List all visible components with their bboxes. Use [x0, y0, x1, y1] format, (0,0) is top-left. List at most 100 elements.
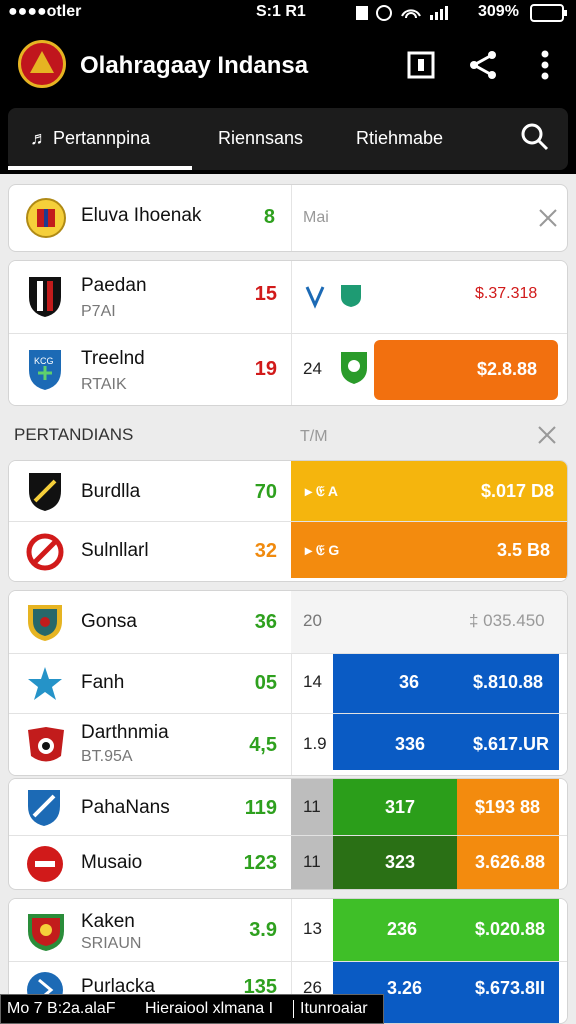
tab-pertannpina[interactable]: ♬ Pertannpina [30, 128, 150, 149]
close-icon[interactable] [536, 424, 558, 446]
value-text: ‡ 035.450 [469, 611, 545, 630]
col1-value: 11 [303, 852, 321, 871]
close-icon[interactable] [537, 207, 559, 229]
value-text: $.617.UR [473, 734, 550, 754]
caption-middle: Hieraiool xlmana I [145, 1000, 274, 1017]
list-item[interactable]: Gonsa 36 20 ‡ 035.450 [9, 591, 567, 653]
list-item[interactable]: Musaio 123 11 323 3.626.88 [9, 835, 567, 889]
team-subtitle: P7AI [81, 303, 116, 320]
status-bar: ●●●●otler S:1 R1 309% [0, 0, 576, 26]
share-icon[interactable] [466, 48, 500, 82]
team-name: Gonsa [81, 611, 137, 632]
match-group-b: Burdlla 70 ▸ 𝔈 A $.017 D8 Sulnllarl 32 ▸… [8, 460, 568, 582]
status-time: S:1 R1 [256, 3, 306, 20]
signal-icons [356, 4, 466, 27]
value-text: $.017 D8 [481, 481, 555, 501]
team-score: 05 [254, 672, 277, 694]
team-name: Darthnmia [81, 722, 169, 743]
stats-icons [303, 283, 365, 314]
featured-score: 8 [263, 206, 275, 228]
team-name: PahaNans [81, 797, 170, 818]
col1-value: 20 [303, 611, 322, 630]
value-text: 3.5 B8 [497, 540, 551, 560]
list-item[interactable]: Fanh 05 14 36 $.810.88 [9, 653, 567, 775]
shield-icon [25, 471, 63, 511]
wifi-signal-icon [356, 5, 448, 21]
column-divider [291, 334, 292, 405]
tab-riennsans[interactable]: Riennsans [218, 128, 303, 149]
sub-score: 24 [303, 359, 322, 378]
more-options-icon[interactable] [528, 48, 562, 82]
team-score: 70 [254, 481, 277, 503]
round-crest-icon [25, 844, 63, 882]
team-name: Musaio [81, 852, 143, 873]
detail-text: ▸ 𝔈 A [305, 483, 338, 499]
team-subtitle: RTAIK [81, 376, 127, 393]
bottom-caption-bar: Mo 7 B:2a.alaF Hieraiool xlmana I Itunro… [0, 994, 384, 1024]
col2-value: 317 [385, 797, 416, 817]
column-divider [291, 185, 292, 251]
value-text: $.020.88 [475, 919, 546, 939]
crest-icon [25, 911, 64, 951]
column-divider [291, 714, 292, 775]
match-group-d: PahaNans 119 11 317 $193 88 Musaio 123 1… [8, 778, 568, 890]
team-score: 36 [254, 611, 277, 633]
star-icon [25, 664, 63, 702]
team-score: 15 [254, 283, 277, 305]
team-value: $.37.318 [475, 285, 537, 303]
list-item[interactable]: KCG Treelnd RTAIK 19 24 $2.8.88 [9, 333, 567, 405]
col1-value: 1.9 [303, 734, 327, 753]
svg-text:KCG: KCG [34, 356, 54, 366]
match-group-a: Paedan P7AI 15 $.37.318 KCG Treelnd RTAI… [8, 260, 568, 406]
team-score: 3.9 [249, 919, 277, 941]
shield-icon [25, 275, 63, 317]
value-text: $.37.318 [475, 285, 538, 302]
team-name: Paedan [81, 275, 147, 296]
app-logo [18, 40, 66, 88]
col2-value: 3.26 [387, 978, 423, 998]
team-score: 4,5 [249, 734, 277, 756]
team-score: 19 [254, 358, 277, 380]
list-item[interactable]: Kaken SRIAUN 3.9 13 236 $.020.88 [9, 899, 567, 961]
crest-icon [339, 350, 377, 388]
col2-value: 336 [395, 734, 426, 754]
tab-container: ♬ Pertannpina Riennsans Rtiehmabe [8, 108, 568, 170]
value-text: $2.8.88 [477, 359, 538, 379]
list-item[interactable]: Sulnllarl 32 ▸ 𝔈 G 3.5 B8 [9, 521, 567, 581]
team-score: 32 [254, 540, 277, 562]
team-name: Burdlla [81, 481, 141, 502]
team-score: 123 [243, 852, 277, 874]
col1-value: 11 [303, 797, 321, 816]
list-item[interactable]: PahaNans 119 11 317 $193 88 [9, 779, 567, 889]
team-subtitle: BT.95A [81, 748, 133, 765]
column-divider [291, 899, 292, 961]
team-name: Kaken [81, 911, 135, 932]
value-text: $.673.8II [475, 978, 546, 998]
col2-value: 36 [399, 672, 420, 692]
search-icon[interactable] [520, 122, 550, 157]
battery-percent: 309% [478, 3, 519, 20]
list-item[interactable]: Paedan P7AI 15 $.37.318 [9, 261, 567, 333]
featured-card[interactable]: Eluva Ihoenak 8 Mai [8, 184, 568, 252]
col1-value: 14 [303, 672, 322, 691]
col2-value: 236 [387, 919, 418, 939]
list-item[interactable]: Burdlla 70 ▸ 𝔈 A $.017 D8 [9, 461, 567, 521]
team-name: Treelnd [81, 348, 145, 369]
crest-icon [25, 726, 64, 764]
match-group-c: Gonsa 36 20 ‡ 035.450 Fanh 05 14 36 $.81… [8, 590, 568, 776]
bookmark-icon[interactable] [404, 48, 438, 82]
active-tab-indicator [8, 166, 192, 170]
team-crest-icon [25, 197, 66, 238]
column-divider [291, 654, 292, 714]
shield-icon [25, 788, 63, 826]
featured-name: Eluva Ihoenak [81, 205, 202, 226]
featured-tag: Mai [303, 209, 329, 226]
list-item[interactable]: Darthnmia BT.95A 4,5 1.9 336 $.617.UR [9, 713, 567, 775]
team-name: Fanh [81, 672, 125, 693]
column-divider [291, 261, 292, 333]
value-text: $193 88 [475, 797, 541, 817]
shield-icon: KCG [25, 348, 63, 390]
caption-right: Itunroaiar [293, 1000, 368, 1018]
app-title: Olahragaay Indansa [80, 52, 309, 79]
tab-rtiehmabe[interactable]: Rtiehmabe [356, 128, 443, 149]
